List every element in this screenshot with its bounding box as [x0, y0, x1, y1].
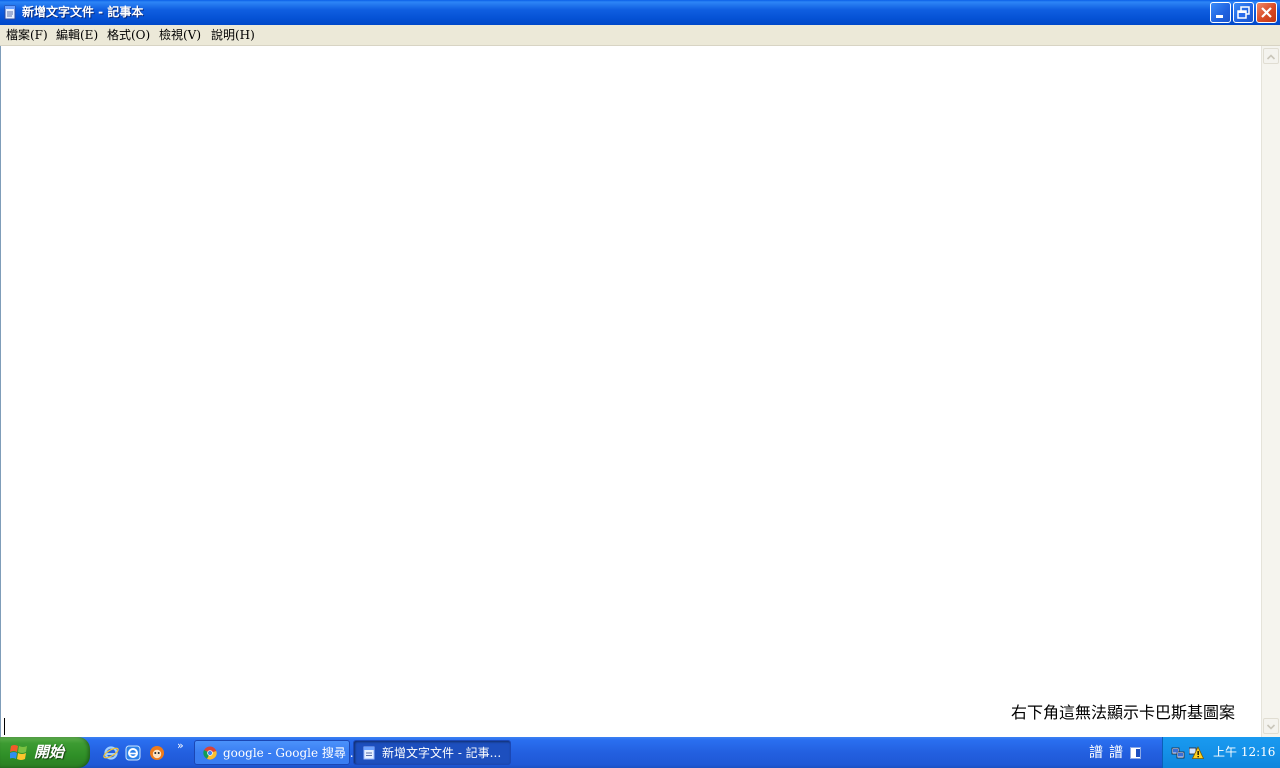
internet-explorer-icon[interactable] [103, 745, 119, 761]
security-warning-icon[interactable] [1189, 745, 1204, 760]
scroll-down-button[interactable] [1263, 718, 1279, 734]
text-caret [4, 718, 5, 735]
menu-format[interactable]: 格式(O) [107, 28, 150, 43]
menu-bar: 檔案(F) 編輯(E) 格式(O) 檢視(V) 說明(H) [0, 25, 1280, 46]
minimize-icon [1216, 15, 1223, 18]
ime-icon[interactable]: 譜 [1089, 746, 1103, 761]
media-icon[interactable] [149, 745, 165, 761]
scroll-up-button[interactable] [1263, 48, 1279, 64]
notepad-icon [4, 5, 16, 20]
ie-alt-icon[interactable] [125, 745, 141, 761]
close-icon [1261, 7, 1272, 18]
restore-button[interactable] [1233, 2, 1254, 23]
editor-text: 右下角這無法顯示卡巴斯基圖案 [1011, 703, 1236, 722]
windows-logo-icon [10, 745, 27, 760]
arrow-down-icon [1266, 724, 1276, 730]
taskbar-button-label: google - Google 搜尋 ... [223, 746, 362, 760]
clock[interactable]: 上午 12:16 [1213, 745, 1275, 759]
quick-launch-chevron[interactable]: » [177, 740, 184, 751]
restore-icon [1237, 6, 1250, 19]
close-button[interactable] [1256, 2, 1277, 23]
notepad-icon [363, 746, 375, 760]
taskbar-button-label: 新增文字文件 - 記事... [382, 746, 502, 760]
taskbar-button-notepad[interactable]: 新增文字文件 - 記事... [353, 740, 511, 765]
menu-edit[interactable]: 編輯(E) [56, 28, 98, 43]
start-label: 開始 [34, 743, 65, 761]
vertical-scrollbar[interactable] [1261, 46, 1280, 737]
text-editor[interactable] [0, 46, 1261, 737]
arrow-up-icon [1266, 54, 1276, 60]
taskbar-button-chrome[interactable]: google - Google 搜尋 ... [194, 740, 361, 765]
title-bar[interactable]: 新增文字文件 - 記事本 [0, 0, 1280, 25]
ime-icon[interactable]: 譜 [1109, 746, 1123, 761]
start-button[interactable]: 開始 [0, 737, 90, 768]
menu-file[interactable]: 檔案(F) [6, 28, 48, 43]
network-icon[interactable] [1171, 745, 1186, 760]
menu-help[interactable]: 說明(H) [211, 28, 255, 43]
menu-view[interactable]: 檢視(V) [159, 28, 201, 43]
taskbar: 開始 » google - Google 搜尋 ... 新增文字文件 - 記事.… [0, 737, 1280, 768]
chrome-icon [203, 746, 217, 760]
ime-toggle-icon[interactable] [1130, 747, 1141, 759]
window-title: 新增文字文件 - 記事本 [22, 5, 144, 19]
minimize-button[interactable] [1210, 2, 1231, 23]
